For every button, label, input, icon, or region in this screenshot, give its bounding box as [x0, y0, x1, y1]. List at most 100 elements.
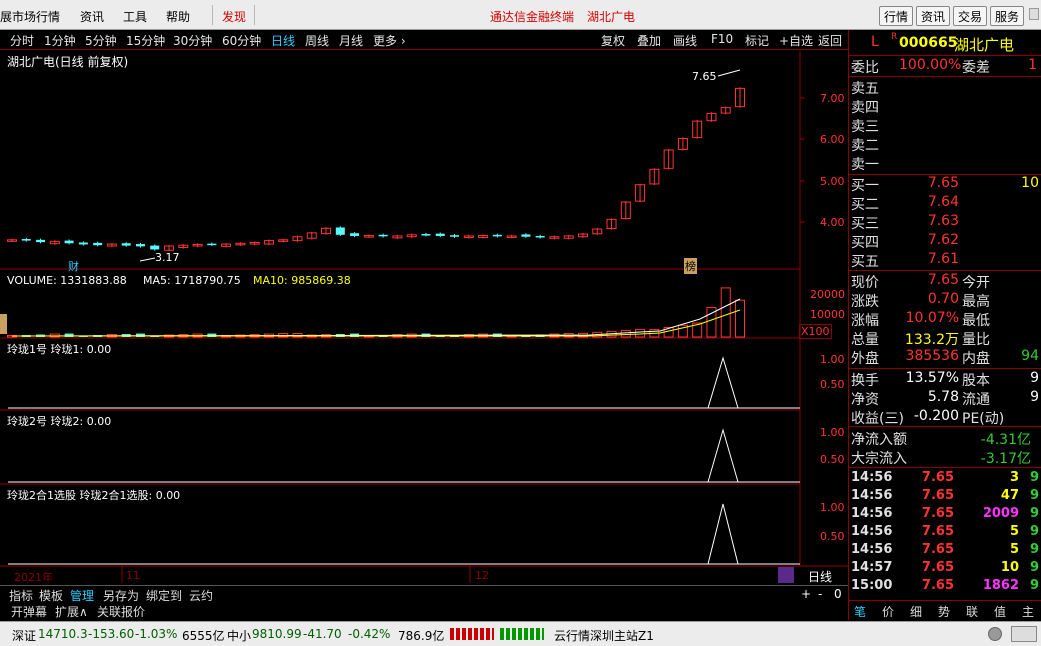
danmaku-toggle[interactable]: 开弹幕 [11, 603, 47, 620]
stat-label: 净资 [851, 392, 879, 408]
sz-index-name[interactable]: 深证 [12, 627, 36, 644]
sell-level-row[interactable]: 卖四 [849, 97, 1041, 116]
tick-time: 14:56 [851, 542, 893, 557]
ind3-tick: 0.50 [820, 530, 845, 543]
menu-discover[interactable]: 发现 [222, 8, 246, 25]
draw-button[interactable]: 画线 [673, 32, 697, 49]
zoom-reset-button[interactable]: 0 [834, 587, 842, 601]
menu-bar: 展市场行情 资讯 工具 帮助 发现 通达信金融终端 湖北广电 行情 资讯 交易 … [0, 0, 1041, 30]
stat-value: 9 [1030, 389, 1039, 405]
detail-tab[interactable]: 联 [966, 603, 978, 620]
scroll-right-icon[interactable] [1029, 8, 1039, 20]
sell-level-row[interactable]: 卖一 [849, 154, 1041, 173]
sell-level-row[interactable]: 卖三 [849, 116, 1041, 135]
menu-tools[interactable]: 工具 [123, 8, 147, 25]
trade-button[interactable]: 交易 [953, 6, 988, 26]
tick-row: 14:56 7.65 3 9 [849, 470, 1041, 489]
volume-bar [735, 299, 745, 338]
sz-index-change: -153.60 [88, 627, 135, 641]
detail-tab[interactable]: 值 [994, 603, 1006, 620]
add-watchlist-button[interactable]: +自选 [779, 32, 813, 49]
period-60min[interactable]: 60分钟 [222, 32, 261, 49]
server-name[interactable]: 云行情深圳主站Z1 [554, 627, 654, 644]
dragon-tiger-marker[interactable]: 榜 [684, 258, 697, 274]
tick-volume: 1862 [982, 578, 1019, 593]
zoom-in-button[interactable]: + [801, 587, 811, 601]
sell-level-row[interactable]: 卖五 [849, 78, 1041, 97]
buy-level-row[interactable]: 买一 7.65 10 [849, 175, 1041, 194]
period-1min[interactable]: 1分钟 [44, 32, 76, 49]
tick-row: 14:56 7.65 2009 9 [849, 506, 1041, 525]
buy-level-row[interactable]: 买二 7.64 [849, 194, 1041, 213]
stat-value: 94 [1021, 348, 1039, 364]
date-label: 2021年 [14, 571, 53, 584]
finance-marker[interactable]: 财 [68, 258, 79, 274]
period-weekly[interactable]: 周线 [305, 32, 329, 49]
period-more[interactable]: 更多 › [373, 32, 406, 49]
tick-volume: 10 [1000, 560, 1019, 575]
stat-label: 最低 [962, 313, 990, 329]
candle-body [135, 244, 145, 247]
menu-separator [254, 5, 255, 25]
period-daily[interactable]: 日线 [271, 32, 295, 49]
news-button[interactable]: 资讯 [916, 6, 951, 26]
sell-level-row[interactable]: 卖二 [849, 135, 1041, 154]
mark-button[interactable]: 标记 [745, 32, 769, 49]
price-tick: 5.00 [820, 175, 845, 188]
detail-tab[interactable]: 势 [938, 603, 950, 620]
detail-tab[interactable]: 价 [882, 603, 894, 620]
sell-level-label: 卖一 [851, 157, 879, 173]
detail-tab[interactable]: 笔 [854, 603, 866, 620]
fuquan-button[interactable]: 复权 [601, 32, 625, 49]
sell-level-label: 卖四 [851, 100, 879, 116]
market-breadth-icon [500, 628, 544, 640]
candle-body [121, 243, 131, 246]
menu-news[interactable]: 资讯 [80, 8, 104, 25]
zx-index-name[interactable]: 中小 [227, 627, 251, 644]
quote-panel: L R 000665 湖北广电 委比 100.00% 委差 1 卖五 卖四 卖三 卖二… [848, 30, 1041, 620]
extension-tabs: 开弹幕 扩展∧ 关联报价 [0, 602, 848, 619]
flow-label: 大宗流入 [851, 451, 907, 467]
chart-canvas[interactable] [0, 51, 848, 586]
back-button[interactable]: 返回 [818, 32, 842, 49]
app-title: 通达信金融终端 [490, 10, 575, 24]
tick-row: 14:56 7.65 47 9 [849, 488, 1041, 507]
sz-index-pct: -1.03% [135, 627, 178, 641]
buy-level-row[interactable]: 买五 7.61 [849, 251, 1041, 270]
sell-level-label: 卖三 [851, 119, 879, 135]
quote-button[interactable]: 行情 [879, 6, 914, 26]
indicator1-header: 玲珑1号 玲珑1: 0.00 [7, 343, 112, 356]
overlay-button[interactable]: 叠加 [637, 32, 661, 49]
expand-button[interactable]: 扩展∧ [55, 603, 88, 620]
detail-tab[interactable]: 细 [910, 603, 922, 620]
period-30min[interactable]: 30分钟 [173, 32, 212, 49]
buy-level-row[interactable]: 买三 7.63 [849, 213, 1041, 232]
service-button[interactable]: 服务 [990, 6, 1025, 26]
indicator3-header: 玲珑2合1选股 玲珑2合1选股: 0.00 [7, 489, 181, 502]
buy-level-row[interactable]: 买四 7.62 [849, 232, 1041, 251]
candle-body [36, 239, 46, 243]
tick-row: 14:57 7.65 10 9 [849, 560, 1041, 579]
flow-row: 大宗流入 -3.17亿 [849, 448, 1041, 467]
ind1-tick: 0.50 [820, 378, 845, 391]
date-label: 11 [126, 569, 140, 582]
period-15min[interactable]: 15分钟 [126, 32, 165, 49]
period-monthly[interactable]: 月线 [339, 32, 363, 49]
menu-market[interactable]: 展市场行情 [0, 8, 60, 25]
period-timeshare[interactable]: 分时 [10, 32, 34, 49]
tick-direction: 9 [1029, 524, 1039, 539]
period-5min[interactable]: 5分钟 [85, 32, 117, 49]
sell-level-label: 卖二 [851, 138, 879, 154]
menu-help[interactable]: 帮助 [166, 8, 190, 25]
zx-index-amount: 786.9亿 [398, 629, 445, 643]
stat-label: 外盘 [851, 351, 879, 367]
related-quote-button[interactable]: 关联报价 [97, 603, 145, 620]
volume-bar [620, 329, 631, 338]
detail-tab[interactable]: 主 [1022, 603, 1034, 620]
flow-value: -4.31亿 [980, 432, 1031, 448]
f10-button[interactable]: F10 [711, 32, 733, 46]
zoom-out-button[interactable]: - [818, 587, 822, 601]
kline-chart[interactable]: 湖北广电(日线 前复权) 7.00 6.00 5.00 4.00 7.65 3.… [0, 51, 848, 586]
tray-icon[interactable] [1011, 626, 1037, 642]
candle-body [335, 227, 345, 235]
